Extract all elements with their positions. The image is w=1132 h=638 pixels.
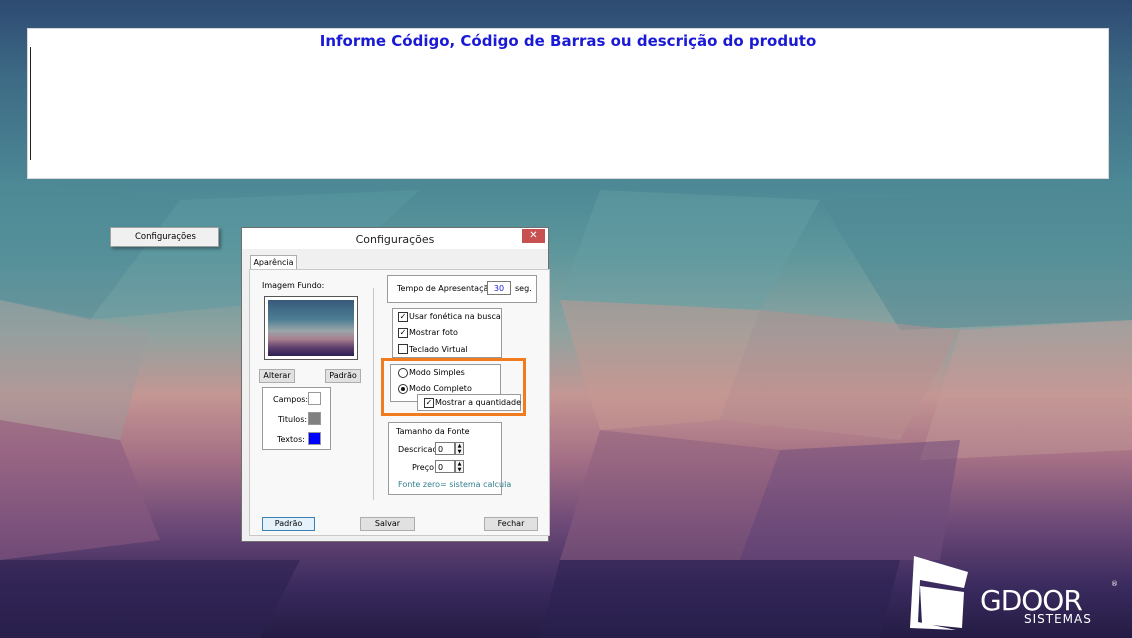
teclado-virtual-checkbox[interactable] (398, 344, 408, 354)
tempo-label: Tempo de Apresentação: (397, 284, 496, 293)
gdoor-logo: GDOOR ® SISTEMAS (906, 552, 1126, 632)
font-size-group-label: Tamanho da Fonte (396, 427, 470, 436)
gdoor-logo-mark (910, 556, 968, 630)
logo-subtitle: SISTEMAS (1024, 612, 1092, 626)
fechar-button[interactable]: Fechar (484, 517, 538, 531)
descricao-spinner[interactable]: ▲ ▼ (455, 442, 464, 455)
teclado-virtual-label: Teclado Virtual (409, 345, 468, 354)
preco-label: Preço (412, 463, 435, 472)
close-button[interactable]: ✕ (522, 229, 545, 243)
product-search-panel[interactable]: Informe Código, Código de Barras ou desc… (27, 28, 1109, 179)
check-icon: ✓ (399, 312, 407, 321)
check-icon: ✓ (399, 328, 407, 337)
tempo-unit: seg. (515, 284, 532, 293)
vertical-separator (373, 288, 374, 500)
background-image-label: Imagem Fundo: (262, 281, 325, 290)
campos-color-swatch[interactable] (308, 392, 321, 405)
usar-fonetica-label: Usar fonética na busca (409, 312, 501, 321)
spin-down-icon: ▼ (457, 467, 462, 473)
registered-mark: ® (1111, 580, 1118, 588)
titulos-color-swatch[interactable] (308, 412, 321, 425)
highlight-box (381, 358, 526, 416)
tab-aparencia[interactable]: Aparência (250, 255, 297, 270)
context-menu-item-configuracoes[interactable]: Configurações (135, 232, 196, 242)
spin-down-icon: ▼ (457, 449, 462, 455)
preview-image (268, 300, 354, 356)
padrao-small-button[interactable]: Padrão (325, 369, 361, 383)
padrao-button[interactable]: Padrão (262, 517, 315, 531)
context-menu: Configurações (110, 227, 219, 247)
tempo-input[interactable]: 30 (487, 281, 511, 295)
usar-fonetica-checkbox[interactable]: ✓ (398, 312, 408, 322)
salvar-button[interactable]: Salvar (360, 517, 415, 531)
mostrar-foto-label: Mostrar foto (409, 328, 458, 337)
titulos-label: Titulos: (278, 415, 308, 424)
background-image-preview (264, 296, 358, 360)
dialog-title: Configurações (355, 233, 435, 246)
font-hint: Fonte zero= sistema calcula (398, 480, 512, 489)
campos-label: Campos: (273, 395, 309, 404)
preco-spinner[interactable]: ▲ ▼ (455, 460, 464, 473)
alterar-button[interactable]: Alterar (259, 369, 295, 383)
descricao-input[interactable]: 0 (435, 442, 455, 455)
textos-color-swatch[interactable] (308, 432, 321, 445)
text-cursor (30, 47, 31, 160)
mostrar-foto-checkbox[interactable]: ✓ (398, 328, 408, 338)
descricao-label: Descricao (398, 445, 438, 454)
dialog-titlebar[interactable]: Configurações ✕ (242, 228, 548, 249)
search-panel-title: Informe Código, Código de Barras ou desc… (319, 32, 817, 50)
close-icon: ✕ (529, 230, 538, 241)
preco-input[interactable]: 0 (435, 460, 455, 473)
textos-label: Textos: (277, 435, 305, 444)
